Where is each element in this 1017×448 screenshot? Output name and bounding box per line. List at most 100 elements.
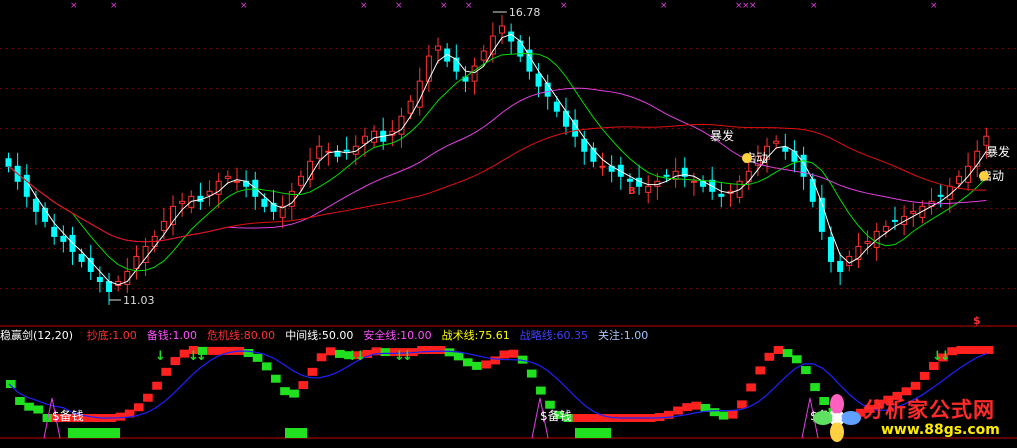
signal-label: 暴发 xyxy=(710,128,734,143)
arrow-down-icon: ↓ xyxy=(196,349,207,364)
high-price-label: 16.78 xyxy=(509,6,540,19)
flower-logo-icon xyxy=(813,394,861,442)
candle-body xyxy=(645,185,652,193)
indicator-param: 中间线:50.00 xyxy=(285,329,354,342)
candle-body xyxy=(32,198,39,212)
indicator-bar xyxy=(472,361,482,370)
indicator-bar xyxy=(691,401,702,410)
indicator-bar xyxy=(143,393,153,402)
indicator-bar xyxy=(919,371,930,380)
indicator-bar xyxy=(207,346,217,355)
candle-body xyxy=(224,175,231,179)
indicator-bar xyxy=(462,358,473,367)
candle-body xyxy=(626,178,633,182)
candle-body xyxy=(864,240,871,244)
candle-body xyxy=(87,257,94,272)
indicator-bar xyxy=(133,403,144,412)
indicator-param: 抄底:1.00 xyxy=(86,329,137,342)
indicator-bar xyxy=(335,349,345,358)
indicator-bar xyxy=(791,355,802,364)
candle-body xyxy=(297,175,304,186)
candle-body xyxy=(78,253,85,262)
candle-body xyxy=(782,146,789,152)
candle-body xyxy=(407,100,414,114)
indicator-bar xyxy=(709,408,720,417)
indicator-bar xyxy=(572,414,583,422)
candle-body xyxy=(690,180,697,183)
candlestick-series xyxy=(5,15,990,306)
arrow-down-icon: ↓ xyxy=(402,349,413,364)
indicator-params: 抄底:1.00 备钱:1.00 危机线:80.00 中间线:50.00 安全线:10.0… xyxy=(87,329,659,342)
indicator-bar xyxy=(444,348,455,357)
candle-body xyxy=(581,138,588,152)
indicator-bar xyxy=(316,353,327,362)
indicator-bar xyxy=(307,367,318,376)
candle-body xyxy=(23,174,30,197)
indicator-bar xyxy=(773,346,784,354)
indicator-bar xyxy=(435,346,446,354)
candle-body xyxy=(882,225,889,232)
dollar-marker: $ xyxy=(973,314,981,327)
indicator-bar xyxy=(727,410,738,419)
top-markers: × × × × × × × × × × × × × × xyxy=(70,1,938,11)
coin-icon xyxy=(742,153,752,163)
signal-x-marker: × xyxy=(440,1,448,11)
indicator-bar xyxy=(545,400,555,409)
low-price-label: 11.03 xyxy=(123,294,154,307)
candle-body xyxy=(106,280,113,292)
money-label: $备钱 xyxy=(540,408,572,423)
signal-x-marker: × xyxy=(360,1,368,11)
indicator-bar xyxy=(974,346,985,354)
candle-body xyxy=(773,140,780,144)
indicator-bar xyxy=(417,346,427,354)
indicator-bar xyxy=(15,397,25,405)
indicator-bar xyxy=(526,369,537,378)
money-label: $备钱 xyxy=(52,408,84,423)
candle-body xyxy=(480,50,487,61)
candle-body xyxy=(553,101,560,112)
candle-body xyxy=(361,135,368,144)
signal-x-marker: × xyxy=(810,1,818,11)
indicator-bar xyxy=(6,380,16,388)
indicator-param: 备钱:1.00 xyxy=(146,329,197,342)
indicator-bar xyxy=(810,383,820,392)
candle-body xyxy=(955,175,962,184)
candle-body xyxy=(60,235,67,242)
watermark-url: www.88gs.com xyxy=(881,422,1000,438)
signal-x-marker: × xyxy=(240,1,248,11)
indicator-bar xyxy=(801,366,811,375)
indicator-bar xyxy=(983,346,994,354)
signal-x-marker: × xyxy=(660,1,668,11)
bottom-signal-block xyxy=(285,428,307,438)
candle-body xyxy=(672,170,679,180)
ma-longer-line xyxy=(8,123,987,243)
signal-x-marker: × xyxy=(70,1,78,11)
candle-body xyxy=(718,193,725,197)
price-annotations: 16.7811.03暴发启动 暴发启动B$ xyxy=(109,6,1010,327)
indicator-bar xyxy=(252,353,263,362)
indicator-bar xyxy=(508,349,519,358)
signal-x-marker: × xyxy=(395,1,403,11)
indicator-param: 关注:1.00 xyxy=(598,329,649,342)
candle-body xyxy=(425,55,432,82)
candle-body xyxy=(51,226,58,237)
signal-x-marker: × xyxy=(930,1,938,11)
candle-body xyxy=(891,219,898,222)
indicator-bar xyxy=(481,360,491,369)
indicator-bar xyxy=(289,389,299,398)
watermark-name: 分析家公式网 xyxy=(863,398,995,422)
candle-body xyxy=(508,31,515,42)
indicator-bar xyxy=(499,350,510,359)
indicator-legend: 稳赢剑(12,20) 抄底:1.00 备钱:1.00 危机线:80.00 中间线:50… xyxy=(0,328,1017,344)
candle-body xyxy=(663,174,670,177)
signal-label: 暴发 xyxy=(986,144,1010,159)
indicator-param: 战术线:75.61 xyxy=(441,329,510,342)
candle-body xyxy=(435,45,442,51)
candle-body xyxy=(160,220,167,231)
indicator-bar xyxy=(718,411,729,420)
indicator-bar xyxy=(755,366,766,375)
indicator-bar xyxy=(682,403,692,412)
candle-body xyxy=(983,135,990,146)
indicator-bar xyxy=(581,414,592,422)
candle-body xyxy=(96,276,103,282)
